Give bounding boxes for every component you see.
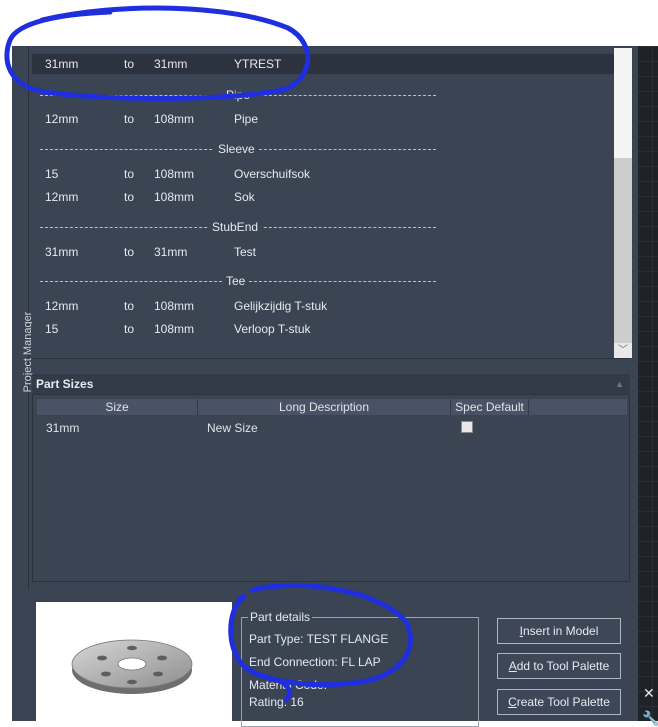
background-area xyxy=(0,0,658,48)
size-cell: 31mm xyxy=(46,421,80,435)
scrollbar-track[interactable] xyxy=(614,158,632,343)
table-header: Size Long Description Spec Default xyxy=(37,399,627,415)
table-row[interactable]: 12mm to 108mm Pipe xyxy=(32,109,614,129)
insert-in-model-button[interactable]: Insert in Model xyxy=(497,618,621,644)
table-row[interactable]: 15 to 108mm Overschuifsok xyxy=(32,164,614,184)
drawing-area[interactable]: ✕ 🔧 xyxy=(638,46,658,726)
group-separator: Sleeve xyxy=(40,140,436,158)
part-type-label: Part Type: TEST FLANGE xyxy=(249,632,389,646)
side-title-bar[interactable]: Project Manager xyxy=(12,46,34,721)
list-scrollbar[interactable]: ﹀ xyxy=(614,48,632,358)
part-sizes-table[interactable]: Size Long Description Spec Default 31mm … xyxy=(32,394,630,582)
wrench-icon[interactable]: 🔧 xyxy=(642,710,658,727)
column-spec-default[interactable]: Spec Default xyxy=(451,399,529,415)
create-tool-palette-button[interactable]: Create Tool Palette xyxy=(497,689,621,715)
part-details-group: Part details Part Type: TEST FLANGE End … xyxy=(241,610,479,727)
spec-default-checkbox[interactable] xyxy=(461,421,473,433)
part-sizes-title: Part Sizes xyxy=(36,377,94,391)
end-connection-label: End Connection: FL LAP xyxy=(249,655,381,669)
table-row[interactable]: 31mm to 31mm YTREST xyxy=(32,54,614,74)
table-row[interactable]: 12mm to 108mm Gelijkzijdig T-stuk xyxy=(32,296,614,316)
column-long-description[interactable]: Long Description xyxy=(198,399,451,415)
part-details-legend: Part details xyxy=(248,610,313,624)
group-separator: Pipe xyxy=(40,86,436,104)
rating-label: Rating: 16 xyxy=(249,695,304,709)
flange-preview-image xyxy=(71,639,193,694)
drawing-grid xyxy=(638,46,658,721)
part-sizes-header[interactable]: Part Sizes ▲ xyxy=(32,374,630,394)
column-size[interactable]: Size xyxy=(37,399,198,415)
close-icon[interactable]: ✕ xyxy=(643,685,655,702)
add-to-tool-palette-button[interactable]: Add to Tool Palette xyxy=(497,653,621,679)
triangle-up-icon[interactable]: ▲ xyxy=(615,374,624,394)
table-row[interactable]: 31mm to 31mm Test xyxy=(32,242,614,262)
part-preview xyxy=(36,602,232,721)
group-separator: StubEnd xyxy=(40,218,436,236)
description-cell: New Size xyxy=(207,421,258,435)
chevron-down-icon[interactable]: ﹀ xyxy=(618,341,628,356)
table-row[interactable]: 12mm to 108mm Sok xyxy=(32,187,614,207)
scrollbar-thumb[interactable] xyxy=(614,48,632,158)
material-code-label: Material Code: xyxy=(249,678,328,692)
table-row[interactable]: 31mm New Size xyxy=(37,419,627,437)
group-separator: Tee xyxy=(40,272,436,290)
part-list[interactable]: 31mm to 31mm YTREST Pipe 12mm to 108mm P… xyxy=(32,48,630,359)
table-row[interactable]: 15 to 108mm Verloop T-stuk xyxy=(32,319,614,339)
